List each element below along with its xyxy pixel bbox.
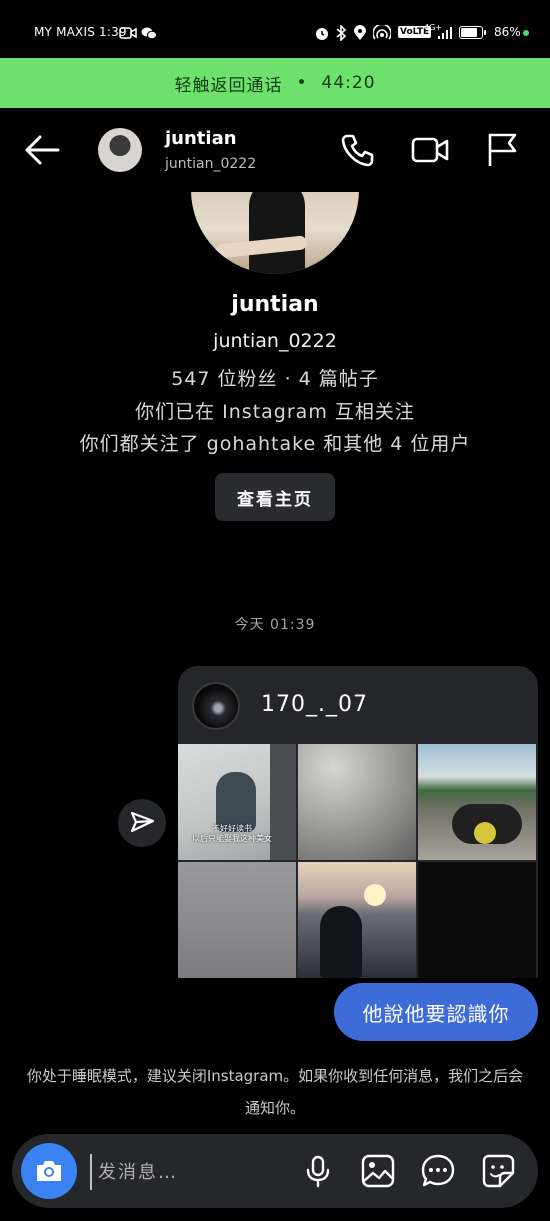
forward-button[interactable] [118, 799, 166, 847]
camera-button[interactable] [21, 1143, 77, 1199]
phone-icon [341, 134, 374, 167]
thumbnail-caption: 不好好读书 以后只能娶我这种美女 [192, 824, 272, 843]
image-icon [361, 1154, 395, 1188]
send-icon [130, 811, 155, 833]
message-composer [12, 1134, 538, 1208]
quick-reply-button[interactable] [420, 1153, 456, 1189]
profile-stats: 547 位粉丝 · 4 篇帖子 [171, 368, 379, 390]
view-profile-button[interactable]: 查看主页 [215, 473, 335, 521]
header-avatar[interactable] [98, 128, 142, 172]
audio-call-button[interactable] [338, 130, 378, 170]
video-call-icon [118, 24, 138, 42]
message-input[interactable] [90, 1154, 300, 1190]
battery-icon [459, 26, 486, 39]
battery-fill [461, 28, 477, 37]
call-duration: 44:20 [321, 73, 376, 93]
bluetooth-icon [334, 24, 348, 42]
camera-icon [37, 1161, 61, 1181]
report-button[interactable] [482, 130, 522, 170]
gallery-button[interactable] [360, 1153, 396, 1189]
location-icon [352, 24, 368, 42]
post-thumbnail[interactable]: 不好好读书 以后只能娶我这种美女 [178, 744, 296, 860]
chat-header: juntian juntian_0222 [0, 108, 550, 192]
message-timestamp: 今天 01:39 [234, 617, 316, 633]
back-button[interactable] [22, 132, 62, 168]
chat-bubble-icon [421, 1154, 455, 1187]
privacy-indicator-dot [523, 30, 529, 36]
video-call-button[interactable] [410, 130, 450, 170]
return-to-call-banner[interactable]: 轻触返回通话 • 44:20 [0, 58, 550, 108]
post-thumbnail[interactable] [178, 862, 296, 978]
status-carrier-time: MY MAXIS 1:39 [34, 25, 127, 39]
empty-thumbnail [418, 862, 536, 978]
signal-icon [436, 24, 454, 42]
voice-message-button[interactable] [300, 1153, 336, 1189]
profile-name: juntian [231, 292, 319, 317]
sticker-button[interactable] [480, 1153, 516, 1189]
post-thumbnail[interactable] [418, 744, 536, 860]
profile-username: juntian_0222 [213, 330, 337, 352]
mutual-friends-text: 你们都关注了 gohahtake 和其他 4 位用户 [79, 433, 471, 455]
mutual-follow-text: 你们已在 Instagram 互相关注 [135, 401, 415, 423]
battery-percentage: 86% [494, 25, 521, 39]
sleep-mode-notice: 你处于睡眠模式，建议关闭Instagram。如果你收到任何消息，我们之后会通知你… [26, 1067, 524, 1117]
shared-profile-card[interactable]: 170_._07 不好好读书 以后只能娶我这种美女 [178, 666, 538, 978]
shared-username[interactable]: 170_._07 [261, 692, 368, 717]
post-thumbnail[interactable] [298, 744, 416, 860]
call-banner-separator: • [296, 73, 308, 93]
call-banner-label: 轻触返回通话 [174, 75, 283, 96]
post-thumbnail[interactable] [298, 862, 416, 978]
wechat-icon [140, 24, 158, 42]
microphone-icon [306, 1155, 330, 1188]
header-username[interactable]: juntian_0222 [165, 156, 256, 172]
back-arrow-icon [25, 135, 60, 165]
outgoing-message-bubble[interactable]: 他說他要認識你 [334, 983, 538, 1041]
alarm-icon [313, 24, 331, 42]
header-name[interactable]: juntian [165, 128, 237, 149]
video-icon [411, 137, 449, 163]
flag-icon [488, 133, 517, 166]
hotspot-icon [372, 24, 392, 42]
shared-user-avatar[interactable] [192, 682, 240, 730]
sticker-icon [482, 1154, 515, 1188]
